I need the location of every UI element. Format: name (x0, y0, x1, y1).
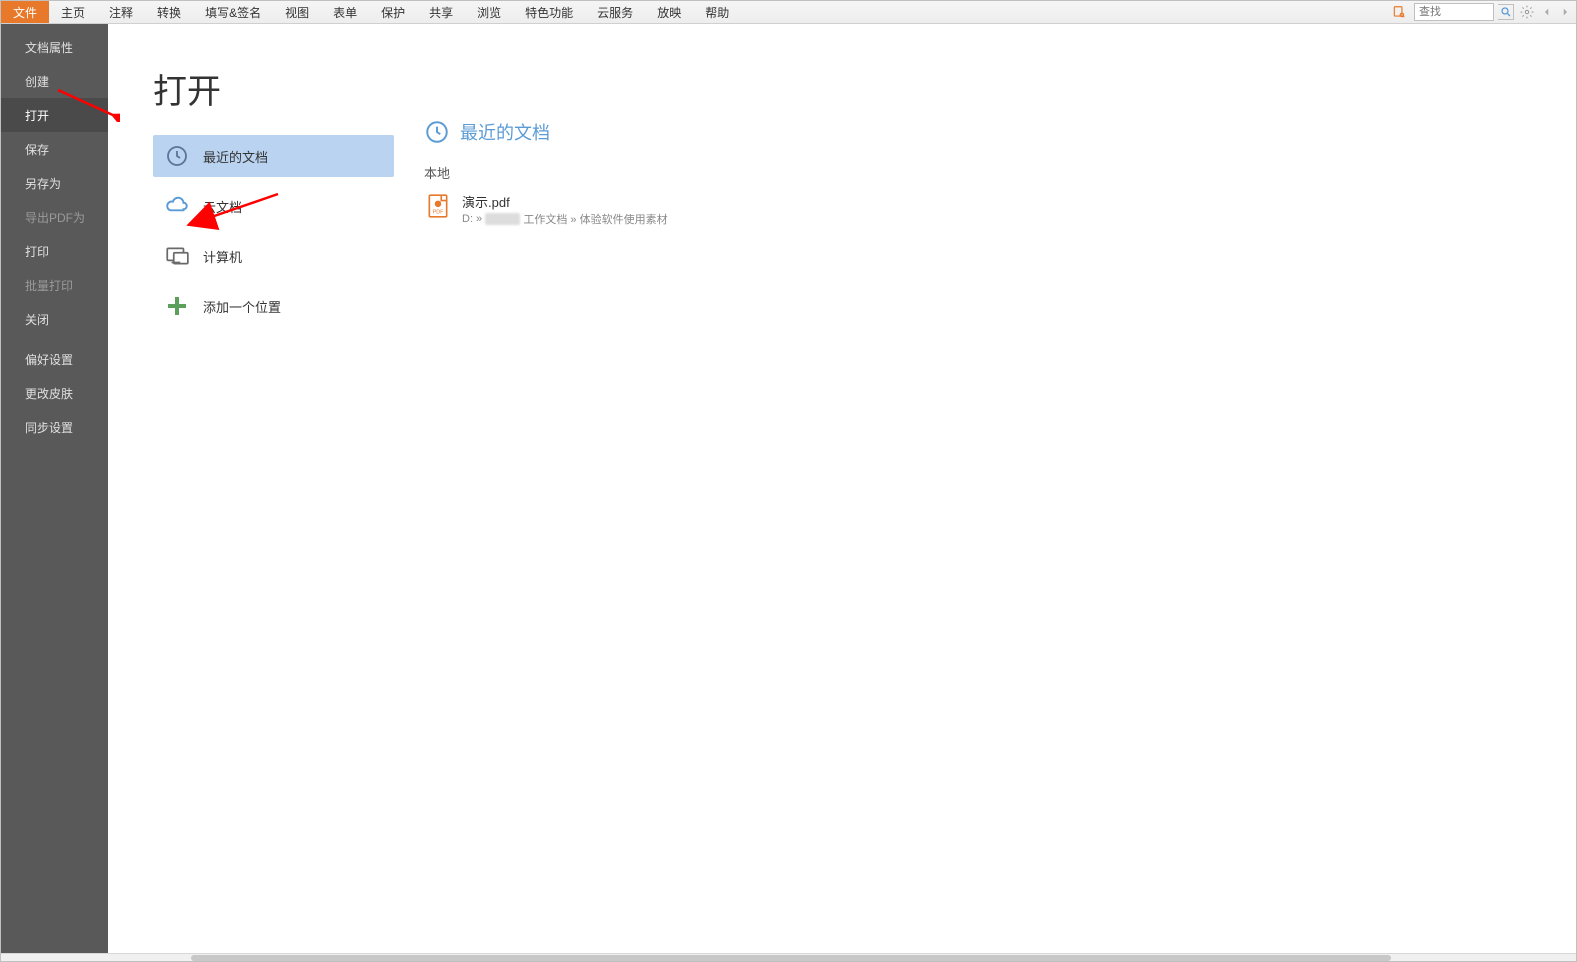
menubar-right (1390, 1, 1572, 23)
center-panel: 打开 最近的文档 云文档 计算机 (108, 24, 394, 953)
menu-form[interactable]: 表单 (321, 1, 369, 23)
sidebar-item-properties[interactable]: 文档属性 (1, 30, 108, 64)
scrollbar-thumb[interactable] (191, 955, 1391, 961)
sidebar-item-skin[interactable]: 更改皮肤 (1, 376, 108, 410)
recent-file-item[interactable]: PDF 演示.pdf D: » ████ 工作文档 » 体验软件使用素材 (424, 188, 1576, 231)
location-label: 添加一个位置 (203, 297, 281, 316)
sidebar-item-saveas[interactable]: 另存为 (1, 166, 108, 200)
menu-comment[interactable]: 注释 (97, 1, 145, 23)
location-label: 最近的文档 (203, 147, 268, 166)
menu-home[interactable]: 主页 (49, 1, 97, 23)
menu-help[interactable]: 帮助 (693, 1, 741, 23)
menu-cloud[interactable]: 云服务 (585, 1, 645, 23)
menu-play[interactable]: 放映 (645, 1, 693, 23)
menu-convert[interactable]: 转换 (145, 1, 193, 23)
menu-share[interactable]: 共享 (417, 1, 465, 23)
menu-feature[interactable]: 特色功能 (513, 1, 585, 23)
location-add[interactable]: 添加一个位置 (153, 285, 394, 327)
section-title: 最近的文档 (460, 119, 550, 145)
file-name: 演示.pdf (462, 192, 668, 211)
horizontal-scrollbar[interactable] (1, 953, 1576, 961)
page-title: 打开 (153, 64, 394, 113)
local-label: 本地 (424, 163, 1576, 182)
sidebar-item-sync[interactable]: 同步设置 (1, 410, 108, 444)
svg-text:PDF: PDF (433, 210, 445, 216)
pdf-icon: PDF (424, 192, 452, 220)
gear-icon[interactable] (1518, 3, 1536, 21)
location-cloud[interactable]: 云文档 (153, 185, 394, 227)
search-input[interactable] (1414, 3, 1494, 21)
sidebar-item-exportpdf: 导出PDF为 (1, 200, 108, 234)
search-icon[interactable] (1498, 4, 1514, 20)
sidebar-item-create[interactable]: 创建 (1, 64, 108, 98)
clock-icon (424, 119, 450, 145)
location-label: 云文档 (203, 197, 242, 216)
nav-forward-icon[interactable] (1558, 3, 1572, 21)
find-in-page-icon[interactable] (1390, 3, 1408, 21)
clock-icon (163, 142, 191, 170)
sidebar-item-close[interactable]: 关闭 (1, 302, 108, 336)
sidebar-item-preferences[interactable]: 偏好设置 (1, 342, 108, 376)
sidebar-item-save[interactable]: 保存 (1, 132, 108, 166)
sidebar-item-print[interactable]: 打印 (1, 234, 108, 268)
cloud-icon (163, 192, 191, 220)
right-content: 最近的文档 本地 PDF 演示.pdf D: » ████ 工作文档 » 体验软… (394, 24, 1576, 953)
sidebar-item-batchprint: 批量打印 (1, 268, 108, 302)
location-computer[interactable]: 计算机 (153, 235, 394, 277)
location-label: 计算机 (203, 247, 242, 266)
menu-file[interactable]: 文件 (1, 1, 49, 23)
menu-browse[interactable]: 浏览 (465, 1, 513, 23)
menubar: 文件 主页 注释 转换 填写&签名 视图 表单 保护 共享 浏览 特色功能 云服… (1, 1, 1576, 24)
sidebar: 文档属性 创建 打开 保存 另存为 导出PDF为 打印 批量打印 关闭 偏好设置… (1, 24, 108, 953)
plus-icon (163, 292, 191, 320)
location-recent[interactable]: 最近的文档 (153, 135, 394, 177)
nav-back-icon[interactable] (1540, 3, 1554, 21)
sidebar-item-open[interactable]: 打开 (1, 98, 108, 132)
computer-icon (163, 242, 191, 270)
menu-protect[interactable]: 保护 (369, 1, 417, 23)
file-path: D: » ████ 工作文档 » 体验软件使用素材 (462, 211, 668, 227)
section-header: 最近的文档 (424, 119, 1576, 145)
menu-fillsign[interactable]: 填写&签名 (193, 1, 273, 23)
menu-view[interactable]: 视图 (273, 1, 321, 23)
